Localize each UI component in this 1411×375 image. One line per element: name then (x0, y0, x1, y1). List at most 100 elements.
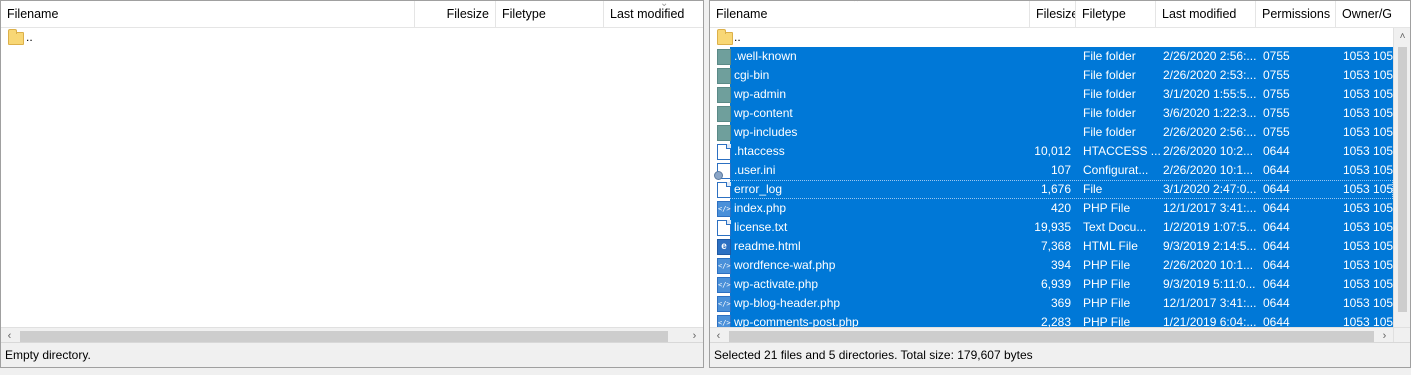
file-modified: 2/26/2020 2:53:... (1163, 68, 1257, 82)
local-col-filename[interactable]: Filename (1, 1, 415, 28)
file-name: wp-content (734, 106, 793, 120)
file-row[interactable]: </> index.php 420 PHP File 12/1/2017 3:41:..… (717, 199, 1393, 218)
php-file-icon: </> (717, 315, 731, 327)
scrollbar-thumb[interactable] (729, 331, 1374, 342)
file-size (1026, 123, 1074, 142)
local-col-last-modified[interactable]: Last modified (604, 1, 703, 28)
html-file-icon: e (717, 239, 731, 255)
file-modified: 3/1/2020 1:55:5... (1163, 87, 1257, 101)
php-file-icon: </> (717, 258, 731, 274)
remote-col-last-modified[interactable]: Last modified (1156, 1, 1256, 28)
file-size (1026, 85, 1074, 104)
file-modified: 12/1/2017 3:41:... (1163, 201, 1257, 215)
scrollbar-thumb[interactable] (1398, 47, 1407, 312)
remote-parent-dir-row[interactable]: .. (710, 28, 1410, 47)
php-file-icon: </> (717, 201, 731, 217)
file-modified: 1/21/2019 6:04:... (1163, 315, 1257, 327)
folder-icon (717, 125, 731, 141)
file-permissions: 0755 (1263, 106, 1290, 120)
file-row[interactable]: .user.ini 107 Configurat... 2/26/2020 10:1.… (714, 161, 1393, 180)
file-type: File folder (1083, 106, 1136, 120)
file-type: HTML File (1083, 239, 1138, 253)
php-file-icon: </> (717, 277, 731, 293)
file-type: File folder (1083, 49, 1136, 63)
file-name: .htaccess (734, 144, 785, 158)
scrollbar-thumb[interactable] (20, 331, 668, 342)
remote-column-header: Filename Filesize Filetype Last modified… (710, 1, 1410, 28)
file-type: PHP File (1083, 315, 1131, 327)
file-owner: 1053 1053 (1343, 182, 1393, 196)
file-size: 2,283 (1040, 315, 1071, 327)
file-modified: 9/3/2019 5:11:0... (1163, 277, 1256, 291)
file-row[interactable]: wp-content File folder 3/6/2020 1:22:3... 0… (717, 104, 1393, 123)
file-owner: 1053 1053 (1343, 106, 1393, 120)
file-row[interactable]: license.txt 19,935 Text Docu... 1/2/2019 1:… (717, 218, 1393, 237)
file-name: .user.ini (734, 163, 776, 177)
remote-rows: .. .well-known File folder 2/26/2020 2:56:… (710, 28, 1410, 327)
local-parent-dir-row[interactable]: .. (1, 28, 703, 47)
list-item-label: .. (734, 30, 741, 44)
file-permissions: 0644 (1263, 239, 1290, 253)
file-size: 369 (1050, 296, 1071, 310)
php-file-icon: </> (717, 296, 731, 312)
folder-icon (717, 106, 731, 122)
file-name: wp-admin (734, 87, 787, 101)
remote-col-filename[interactable]: Filename (710, 1, 1030, 28)
local-col-filetype[interactable]: Filetype (496, 1, 604, 28)
file-row[interactable]: wp-includes File folder 2/26/2020 2:56:...… (717, 123, 1393, 142)
local-column-header: Filename Filesize Filetype Last modified… (1, 1, 703, 28)
remote-file-list[interactable]: Filename Filesize Filetype Last modified… (709, 0, 1411, 368)
file-permissions: 0644 (1263, 258, 1290, 272)
sort-indicator-icon: ⌄ (660, 0, 669, 9)
file-owner: 1053 1053 (1343, 68, 1393, 82)
file-type: PHP File (1083, 201, 1131, 215)
remote-status-bar: Selected 21 files and 5 directories. Tot… (710, 342, 1410, 367)
file-size (1026, 66, 1074, 85)
file-permissions: 0644 (1263, 144, 1290, 158)
remote-col-filesize[interactable]: Filesize (1030, 1, 1076, 28)
file-row[interactable]: </> wp-blog-header.php 369 PHP File 12/1/201… (717, 294, 1393, 313)
file-row[interactable]: </> wp-activate.php 6,939 PHP File 9/3/2019 … (717, 275, 1393, 294)
file-owner: 1053 1053 (1343, 277, 1393, 291)
file-permissions: 0644 (1263, 296, 1290, 310)
file-size: 10,012 (1034, 144, 1071, 158)
file-modified: 9/3/2019 2:14:5... (1163, 239, 1257, 253)
list-item-label: .. (26, 30, 33, 44)
file-type: File (1083, 182, 1103, 196)
config-file-icon (714, 163, 731, 180)
file-permissions: 0644 (1263, 163, 1290, 177)
file-row[interactable]: .well-known File folder 2/26/2020 2:56:...… (717, 47, 1393, 66)
file-modified: 2/26/2020 10:1... (1163, 163, 1254, 177)
file-owner: 1053 1053 (1343, 315, 1393, 327)
file-row[interactable]: </> wordfence-waf.php 394 PHP File 2/26/2020… (717, 256, 1393, 275)
file-permissions: 0755 (1263, 68, 1290, 82)
sort-indicator-icon: ⌃ (852, 0, 861, 9)
remote-vertical-scrollbar[interactable]: ˄ (1393, 28, 1410, 327)
file-permissions: 0644 (1263, 182, 1290, 196)
file-row[interactable]: e readme.html 7,368 HTML File 9/3/2019 2:14:… (717, 237, 1393, 256)
remote-col-owner-group[interactable]: Owner/G (1336, 1, 1410, 28)
local-col-filesize[interactable]: Filesize (415, 1, 496, 28)
file-type: PHP File (1083, 296, 1131, 310)
file-name: readme.html (734, 239, 801, 253)
file-name: wordfence-waf.php (734, 258, 836, 272)
file-size: 107 (1050, 163, 1071, 177)
local-file-list[interactable]: Filename Filesize Filetype Last modified… (0, 0, 704, 368)
file-permissions: 0644 (1263, 277, 1290, 291)
file-row[interactable]: .htaccess 10,012 HTACCESS ... 2/26/2020 10:… (717, 142, 1393, 161)
file-row[interactable]: </> wp-comments-post.php 2,283 PHP File 1/21… (717, 313, 1393, 327)
remote-col-filetype[interactable]: Filetype (1076, 1, 1156, 28)
file-permissions: 0644 (1263, 315, 1290, 327)
file-row[interactable]: cgi-bin File folder 2/26/2020 2:53:... 0755… (717, 66, 1393, 85)
file-type: File folder (1083, 125, 1136, 139)
file-type: File folder (1083, 87, 1136, 101)
scroll-up-arrow-icon[interactable]: ˄ (1394, 28, 1410, 45)
remote-col-permissions[interactable]: Permissions (1256, 1, 1336, 28)
file-owner: 1053 1053 (1343, 163, 1393, 177)
file-row[interactable]: wp-admin File folder 3/1/2020 1:55:5... 075… (717, 85, 1393, 104)
file-type: Text Docu... (1083, 220, 1147, 234)
file-modified: 2/26/2020 10:1... (1163, 258, 1254, 272)
local-status-bar: Empty directory. (1, 342, 703, 367)
parent-folder-icon (8, 29, 24, 45)
file-row[interactable]: error_log 1,676 File 3/1/2020 2:47:0... 0644… (717, 180, 1393, 199)
